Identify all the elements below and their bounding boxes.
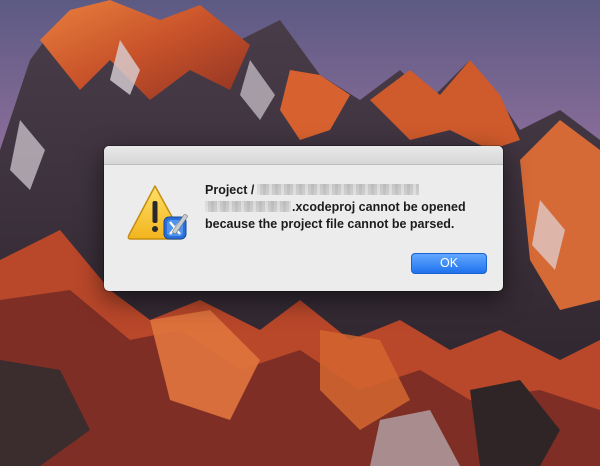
- alert-dialog: Project / .xcodeproj cannot be opened be…: [104, 146, 503, 291]
- message-prefix: Project /: [205, 183, 255, 197]
- xcode-warning-icon: [127, 185, 188, 240]
- dialog-titlebar: [104, 146, 503, 165]
- redacted-project-name: [205, 201, 291, 213]
- message-suffix: .xcodeproj cannot be opened: [292, 200, 466, 214]
- alert-message: Project / .xcodeproj cannot be opened be…: [205, 182, 495, 233]
- message-line-3: because the project file cannot be parse…: [205, 217, 455, 231]
- redacted-path: [257, 184, 420, 196]
- message-line-1: Project /: [205, 182, 495, 199]
- ok-button[interactable]: OK: [411, 253, 487, 274]
- message-line-2: .xcodeproj cannot be opened: [205, 199, 495, 216]
